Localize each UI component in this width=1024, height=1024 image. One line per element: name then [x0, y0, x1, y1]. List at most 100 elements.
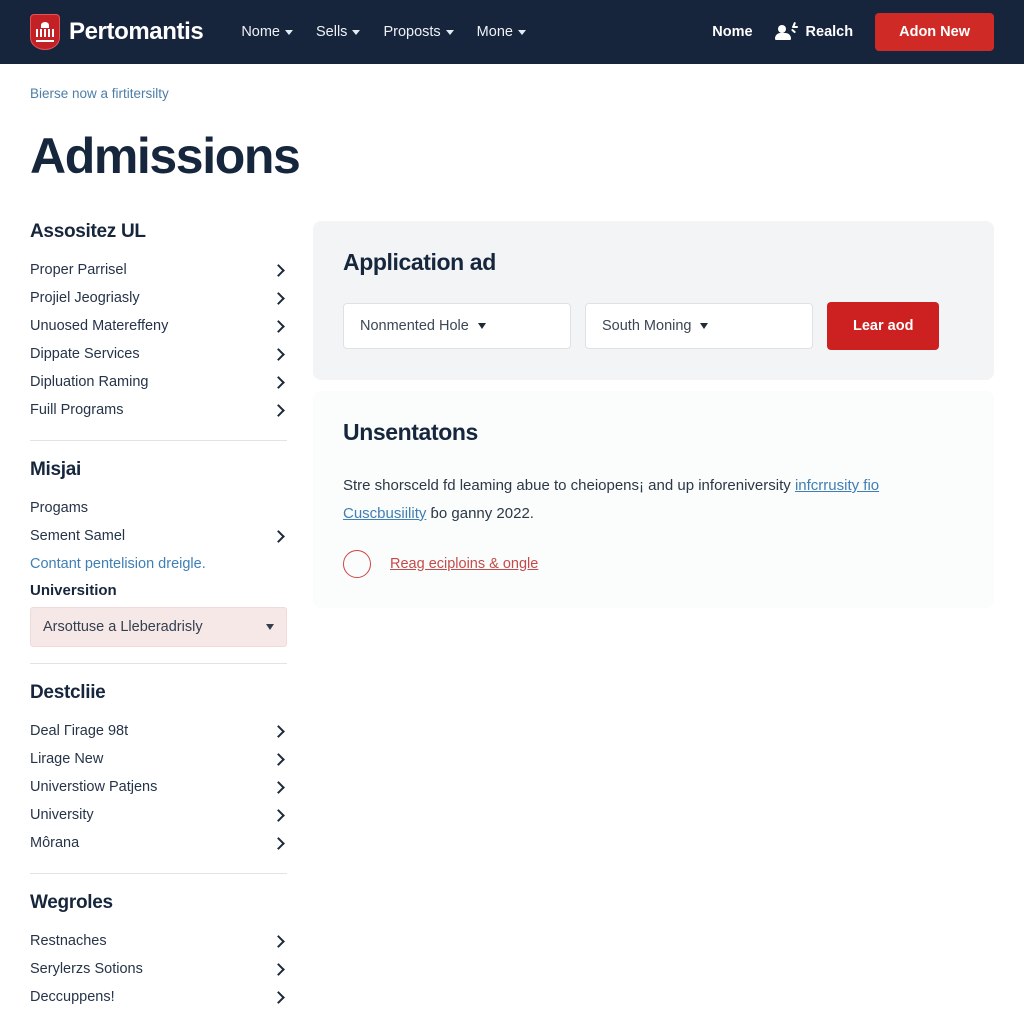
page-body: Bierse now a firtitersilty Admissions As…: [0, 64, 1024, 1019]
chevron-right-icon: [272, 347, 285, 361]
sidebar-item-fuill-programs[interactable]: Fuill Programs: [30, 396, 287, 424]
account-label: Realch: [805, 24, 854, 40]
circle-outline-icon: [343, 549, 371, 578]
sidebar-item-label: Restnaches: [30, 933, 107, 949]
sidebar-item-label: Projiel Jeogriasly: [30, 290, 140, 306]
nav-item-label: Mone: [476, 24, 513, 40]
nav-item-label: Nome: [241, 24, 280, 40]
application-card: Application ad Nonmented Hole South Moni…: [313, 221, 994, 380]
shield-crest-icon: [30, 14, 60, 50]
chevron-down-icon: [445, 29, 454, 35]
read-explanations-link[interactable]: Reag eciploins & ongle: [390, 556, 538, 572]
content-columns: Assositez UL Proper Parrisel Projiel Jeo…: [30, 221, 994, 1019]
sidebar-group-misjai: Misjai Progams Sement Samel Contant pent…: [30, 459, 287, 647]
account-link[interactable]: Realch: [774, 21, 854, 42]
info-card-paragraph: Stre shorsceld fԁ leaming abue to cheiop…: [343, 472, 963, 528]
filter-select-two[interactable]: South Moning: [585, 303, 813, 349]
chevron-right-icon: [272, 403, 285, 417]
chevron-right-icon: [272, 934, 285, 948]
sidebar-item-restnaches[interactable]: Restnaches: [30, 927, 287, 955]
brand-name: Pertomantis: [69, 18, 204, 45]
sidebar-item-label: Dippate Services: [30, 346, 140, 362]
chevron-right-icon: [272, 808, 285, 822]
sidebar-item-label: Dipluation Raming: [30, 374, 149, 390]
sidebar-item-deal-irage-98t[interactable]: Deal Гirage 98t: [30, 717, 287, 745]
sidebar: Assositez UL Proper Parrisel Projiel Jeo…: [30, 221, 287, 1019]
sidebar-item-label: Serylerzs Sotions: [30, 961, 143, 977]
application-card-title: Application ad: [343, 249, 496, 275]
page-title: Admissions: [30, 128, 301, 184]
primary-nav: Nome Sells Proposts Mone: [241, 24, 526, 40]
sidebar-item-progams[interactable]: Progams: [30, 494, 287, 522]
top-navigation-bar: Pertomantis Nome Sells Proposts Mone Nom…: [0, 0, 1024, 64]
person-sparkle-icon: [774, 21, 798, 42]
read-row: Reag eciploins & ongle: [343, 549, 964, 578]
sidebar-item-label: Universtiow Patjens: [30, 779, 158, 795]
nav-item-proposts[interactable]: Proposts: [383, 24, 454, 40]
sidebar-item-deccuppens[interactable]: Deccuppens!: [30, 983, 287, 1011]
chevron-right-icon: [272, 780, 285, 794]
sidebar-item-label: Progams: [30, 500, 89, 516]
info-card: Unsentatons Stre shorsceld fԁ leaming ab…: [313, 391, 994, 608]
sidebar-item-label: Sement Samel: [30, 528, 126, 544]
chevron-right-icon: [272, 263, 285, 277]
home-link[interactable]: Nome: [712, 24, 752, 40]
sidebar-divider: [30, 440, 287, 441]
sidebar-item-label: Fuill Programs: [30, 402, 124, 418]
sidebar-item-lirage-new[interactable]: Lirage New: [30, 745, 287, 773]
chevron-right-icon: [272, 752, 285, 766]
nav-item-mone[interactable]: Mone: [477, 24, 526, 40]
chevron-right-icon: [272, 375, 285, 389]
main-content: Application ad Nonmented Hole South Moni…: [313, 221, 994, 608]
chevron-down-icon: [285, 29, 293, 35]
filter-select-one-value: Nonmented Hole: [360, 318, 469, 334]
sidebar-item-sement-samel[interactable]: Sement Samel: [30, 522, 287, 550]
sidebar-item-unuosed-matereffeny[interactable]: Unuosed Matereffeny: [30, 312, 287, 340]
sidebar-group-assositez-ul: Assositez UL Proper Parrisel Projiel Jeo…: [30, 221, 287, 424]
sidebar-item-universtiow-patjens[interactable]: Universtiow Patjens: [30, 773, 287, 801]
sidebar-item-label: Môrana: [30, 835, 80, 851]
sidebar-group-destcliie: Destcliie Deal Гirage 98t Lirage New Uni…: [30, 682, 287, 857]
secondary-nav: Nome Realch Adon New: [712, 13, 994, 51]
sidebar-contact-link[interactable]: Contant pentelision dreigle.: [30, 550, 287, 578]
universition-select[interactable]: Arsottuse a Lleberadrisly: [30, 607, 287, 647]
breadcrumb[interactable]: Bierse now a firtitersilty: [30, 86, 994, 101]
sidebar-item-morana[interactable]: Môrana: [30, 829, 287, 857]
sidebar-item-label: Proper Parrisel: [30, 262, 127, 278]
chevron-down-icon: [352, 29, 361, 35]
universition-label: Universition: [30, 582, 117, 599]
filter-select-two-value: South Moning: [602, 318, 692, 334]
nav-item-sells[interactable]: Sells: [316, 24, 361, 40]
chevron-down-icon: [517, 29, 526, 35]
sidebar-item-dipluation-raming[interactable]: Dipluation Raming: [30, 368, 287, 396]
lear-aod-button[interactable]: Lear aod: [827, 302, 940, 350]
brand-logo[interactable]: Pertomantis: [30, 14, 204, 50]
chevron-down-icon: [700, 323, 709, 329]
add-new-button[interactable]: Adon New: [875, 13, 994, 51]
paragraph-text-after: ɓo ganny 2022.: [426, 504, 534, 522]
info-card-title: Unsentatons: [343, 419, 478, 445]
sidebar-item-proper-parrisel[interactable]: Proper Parrisel: [30, 256, 287, 284]
chevron-right-icon: [272, 291, 285, 305]
chevron-right-icon: [272, 319, 285, 333]
sidebar-item-label: Deccuppens!: [30, 989, 115, 1005]
sidebar-item-dippate-services[interactable]: Dippate Services: [30, 340, 287, 368]
sidebar-item-label: University: [30, 807, 94, 823]
chevron-right-icon: [272, 724, 285, 738]
sidebar-item-serylerzs-sotions[interactable]: Serylerzs Sotions: [30, 955, 287, 983]
application-filter-row: Nonmented Hole South Moning Lear aod: [343, 302, 964, 350]
chevron-right-icon: [272, 990, 285, 1004]
sidebar-group-heading: Misjai: [30, 459, 81, 480]
sidebar-group-heading: Assositez UL: [30, 221, 146, 242]
sidebar-divider: [30, 873, 287, 874]
nav-item-nome[interactable]: Nome: [241, 24, 293, 40]
nav-item-label: Sells: [316, 24, 348, 40]
chevron-right-icon: [272, 962, 285, 976]
sidebar-divider: [30, 663, 287, 664]
chevron-down-icon: [266, 624, 274, 630]
sidebar-item-label: Unuosed Matereffeny: [30, 318, 169, 334]
sidebar-item-university[interactable]: University: [30, 801, 287, 829]
sidebar-item-label: Lirage New: [30, 751, 104, 767]
filter-select-one[interactable]: Nonmented Hole: [343, 303, 571, 349]
sidebar-item-projiel-jeogriasly[interactable]: Projiel Jeogriasly: [30, 284, 287, 312]
